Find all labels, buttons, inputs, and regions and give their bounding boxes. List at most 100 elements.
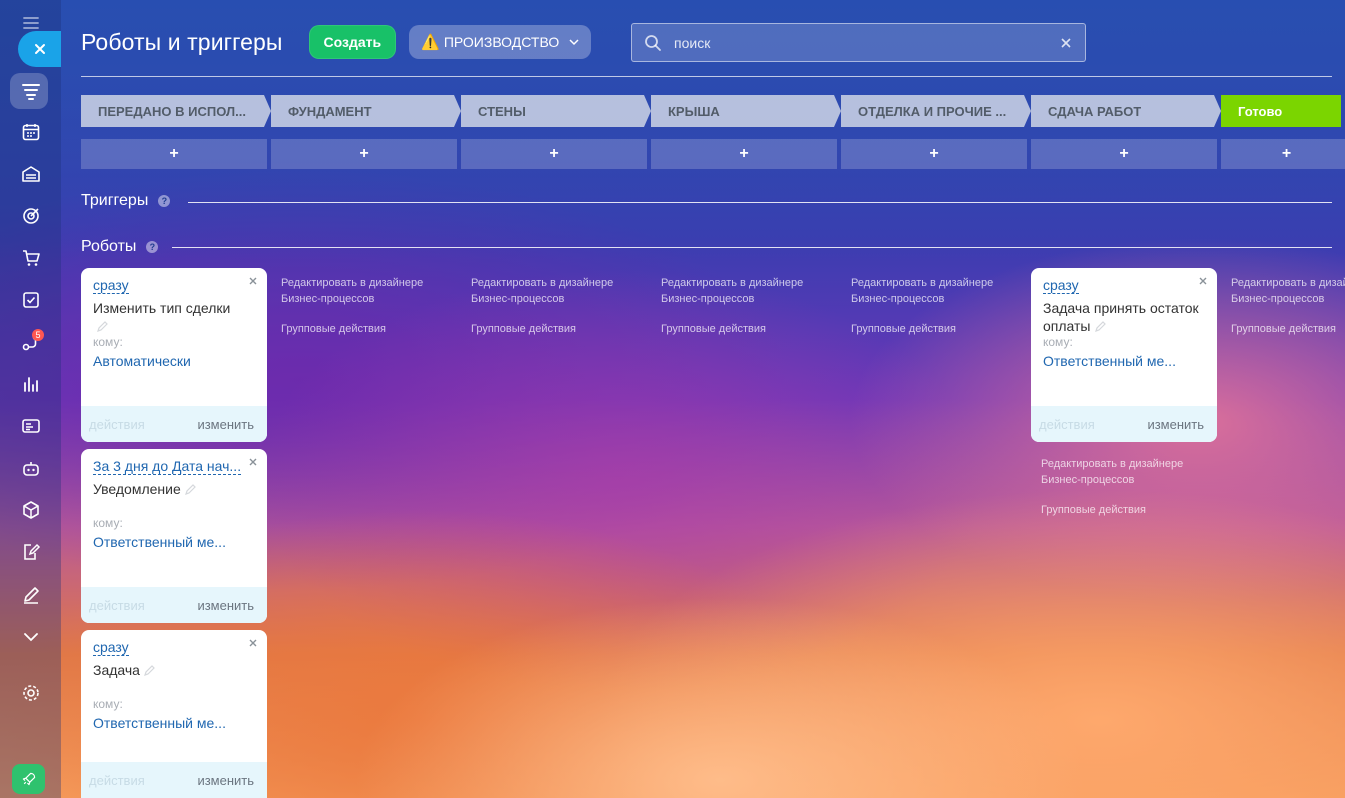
pencil-icon[interactable]: [97, 321, 108, 332]
edit-in-designer-link[interactable]: Редактировать в дизайнере Бизнес-процесс…: [1231, 277, 1345, 305]
checkbox-icon[interactable]: [0, 283, 61, 317]
robot-edit-link[interactable]: изменить: [1147, 417, 1204, 432]
group-actions-link[interactable]: Групповые действия: [1231, 321, 1345, 337]
robot-condition-link[interactable]: За 3 дня до Дата нач...: [93, 458, 242, 475]
search-input[interactable]: [674, 34, 1061, 51]
group-actions-link[interactable]: Групповые действия: [471, 321, 656, 337]
edit-in-designer-link[interactable]: Редактировать в дизайнере Бизнес-процесс…: [1041, 458, 1183, 486]
robot-card[interactable]: сразу Изменить тип сделки кому: Автомати…: [81, 268, 267, 442]
search-icon: [645, 34, 661, 51]
group-actions-link[interactable]: Групповые действия: [661, 321, 846, 337]
add-trigger-button[interactable]: +: [651, 139, 837, 169]
cart-icon[interactable]: [0, 241, 61, 275]
add-trigger-button[interactable]: +: [1221, 139, 1345, 169]
robot-actions-link[interactable]: действия: [1039, 417, 1095, 432]
column-links: Редактировать в дизайнере Бизнес-процесс…: [1231, 275, 1345, 337]
box-icon[interactable]: [0, 493, 61, 527]
rocket-icon[interactable]: [12, 764, 45, 794]
robot-card[interactable]: сразу Задача принять остаток оплаты кому…: [1031, 268, 1217, 442]
delete-robot-icon[interactable]: [249, 277, 257, 285]
robot-name: Изменить тип сделки: [93, 299, 259, 335]
warehouse-icon[interactable]: [0, 157, 61, 191]
section-divider: [188, 202, 1332, 203]
search-box[interactable]: [631, 23, 1086, 62]
recipient-value[interactable]: Ответственный ме...: [1043, 353, 1193, 369]
chevron-down-icon[interactable]: [0, 620, 61, 654]
robot-actions-link[interactable]: действия: [89, 773, 145, 788]
delete-robot-icon[interactable]: [249, 639, 257, 647]
robot-actions-link[interactable]: действия: [89, 598, 145, 613]
triggers-section-title: Триггеры ?: [81, 192, 171, 210]
robot-condition-link[interactable]: сразу: [93, 277, 129, 294]
stage-column-header[interactable]: КРЫША: [651, 95, 841, 127]
robot-card-footer: действия изменить: [81, 762, 267, 798]
robot-actions-link[interactable]: действия: [89, 417, 145, 432]
column-links: Редактировать в дизайнере Бизнес-процесс…: [281, 275, 466, 337]
create-button[interactable]: Создать: [308, 25, 397, 59]
document-edit-icon[interactable]: [0, 535, 61, 569]
chevron-down-icon: [569, 39, 579, 46]
automation-icon[interactable]: [0, 325, 61, 359]
target-icon[interactable]: [0, 199, 61, 233]
add-trigger-button[interactable]: +: [461, 139, 647, 169]
stage-column-header[interactable]: СТЕНЫ: [461, 95, 651, 127]
robots-triggers-panel: Роботы и триггеры Создать ⚠️ ПРОИЗВОДСТВ…: [61, 13, 1345, 798]
stage-column-header[interactable]: ОТДЕЛКА И ПРОЧИЕ ...: [841, 95, 1031, 127]
add-trigger-button[interactable]: +: [1031, 139, 1217, 169]
stage-column-header[interactable]: ФУНДАМЕНТ: [271, 95, 461, 127]
robot-edit-link[interactable]: изменить: [197, 598, 254, 613]
group-actions-link[interactable]: Групповые действия: [1041, 502, 1226, 518]
add-trigger-button[interactable]: +: [271, 139, 457, 169]
section-divider: [172, 247, 1332, 248]
stages-row: ПЕРЕДАНО В ИСПОЛ... ФУНДАМЕНТ СТЕНЫ КРЫШ…: [81, 95, 1345, 127]
group-actions-link[interactable]: Групповые действия: [851, 321, 1036, 337]
left-sidebar: 5: [0, 0, 61, 798]
robot-card-footer: действия изменить: [81, 406, 267, 442]
add-trigger-button[interactable]: +: [841, 139, 1027, 169]
add-trigger-button[interactable]: +: [81, 139, 267, 169]
robot-edit-link[interactable]: изменить: [197, 773, 254, 788]
category-selector[interactable]: ⚠️ ПРОИЗВОДСТВО: [409, 25, 592, 59]
robot-edit-link[interactable]: изменить: [197, 417, 254, 432]
recipient-value[interactable]: Автоматически: [93, 353, 243, 369]
recipient-value[interactable]: Ответственный ме...: [93, 534, 243, 550]
robot-card[interactable]: сразу Задача кому: Ответственный ме... д…: [81, 630, 267, 798]
delete-robot-icon[interactable]: [249, 458, 257, 466]
help-icon[interactable]: ?: [146, 241, 159, 253]
recipient-value[interactable]: Ответственный ме...: [93, 715, 243, 731]
delete-robot-icon[interactable]: [1199, 277, 1207, 285]
robot-icon[interactable]: [0, 451, 61, 485]
warning-icon: ⚠️: [421, 34, 440, 51]
group-actions-link[interactable]: Групповые действия: [281, 321, 466, 337]
analytics-icon[interactable]: [0, 367, 61, 401]
close-slider-button[interactable]: [18, 31, 61, 67]
header: Роботы и триггеры Создать ⚠️ ПРОИЗВОДСТВ…: [81, 25, 592, 59]
robot-condition-link[interactable]: сразу: [1043, 277, 1079, 294]
add-trigger-row: + + + + + + +: [81, 139, 1345, 169]
robot-condition-link[interactable]: сразу: [93, 639, 129, 656]
help-icon[interactable]: ?: [158, 195, 171, 207]
edit-in-designer-link[interactable]: Редактировать в дизайнере Бизнес-процесс…: [661, 277, 803, 305]
robot-card[interactable]: За 3 дня до Дата нач... Уведомление кому…: [81, 449, 267, 623]
notification-badge: 5: [32, 329, 44, 341]
clear-search-icon[interactable]: [1061, 37, 1071, 48]
pencil-icon[interactable]: [144, 665, 155, 676]
contact-card-icon[interactable]: [0, 409, 61, 443]
stage-column-header[interactable]: СДАЧА РАБОТ: [1031, 95, 1221, 127]
stage-column-header-final[interactable]: Готово: [1221, 95, 1341, 127]
recipient-label: кому:: [93, 697, 123, 711]
stage-column-header[interactable]: ПЕРЕДАНО В ИСПОЛ...: [81, 95, 271, 127]
pencil-icon[interactable]: [1094, 321, 1106, 332]
edit-in-designer-link[interactable]: Редактировать в дизайнере Бизнес-процесс…: [471, 277, 613, 305]
funnel-icon[interactable]: [0, 74, 61, 108]
robot-name: Задача принять остаток оплаты: [1043, 300, 1199, 334]
calendar-icon[interactable]: [0, 115, 61, 149]
settings-icon[interactable]: [0, 676, 61, 710]
edit-in-designer-link[interactable]: Редактировать в дизайнере Бизнес-процесс…: [851, 277, 993, 305]
pen-icon[interactable]: [0, 578, 61, 612]
recipient-label: кому:: [1043, 335, 1073, 349]
pencil-icon[interactable]: [184, 484, 196, 495]
column-links: Редактировать в дизайнере Бизнес-процесс…: [471, 275, 656, 337]
robot-name: Уведомление: [93, 480, 259, 498]
edit-in-designer-link[interactable]: Редактировать в дизайнере Бизнес-процесс…: [281, 277, 423, 305]
